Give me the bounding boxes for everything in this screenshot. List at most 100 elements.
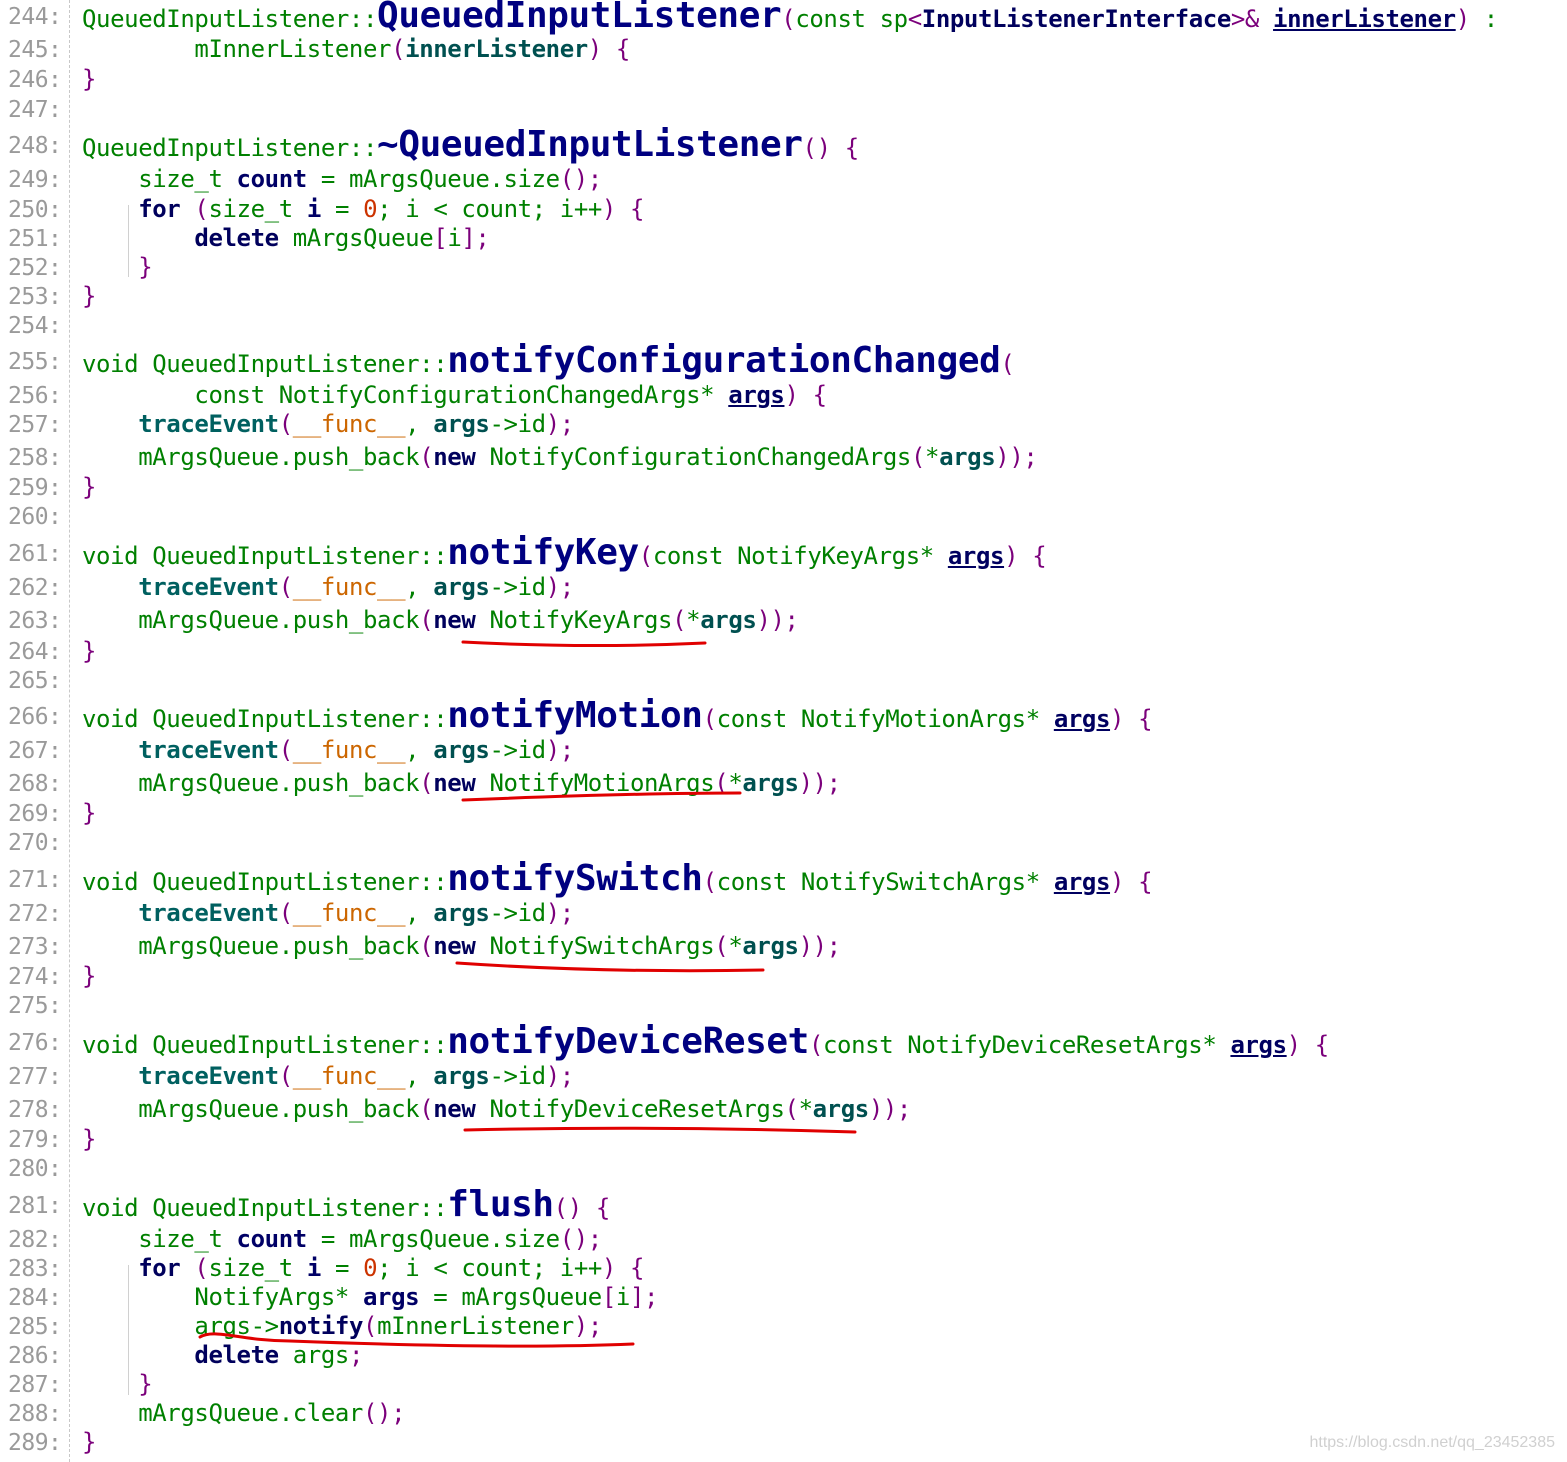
code-line[interactable]: 270: <box>0 826 1567 858</box>
code-line[interactable]: 280: <box>0 1152 1567 1184</box>
code-token: { <box>630 1254 645 1282</box>
code-line[interactable]: 285: args->notify(mInnerListener); <box>0 1310 1567 1342</box>
code-token: { <box>1138 705 1153 733</box>
code-token: ( <box>702 868 717 896</box>
code-line[interactable]: 250: for (size_t i = 0; i < count; i++) … <box>0 193 1567 225</box>
code-line[interactable]: 275: <box>0 989 1567 1021</box>
code-token: notifyMotion <box>447 695 703 736</box>
code-line[interactable]: 271: void QueuedInputListener::notifySwit… <box>0 861 1567 897</box>
code-line[interactable]: 283: for (size_t i = 0; i < count; i++) … <box>0 1252 1567 1284</box>
code-line[interactable]: 279:} <box>0 1123 1567 1155</box>
code-line[interactable]: 266: void QueuedInputListener::notifyMoti… <box>0 698 1567 734</box>
code-line[interactable]: 287: } <box>0 1368 1567 1400</box>
code-line[interactable]: 264:} <box>0 635 1567 667</box>
code-token: ( <box>278 736 293 764</box>
code-text: QueuedInputListener::QueuedInputListener… <box>82 0 1498 34</box>
code-line[interactable]: 273: mArgsQueue.push_back(new NotifySwit… <box>0 930 1567 962</box>
code-token: } <box>82 1125 97 1153</box>
code-line[interactable]: 281: void QueuedInputListener::flush() { <box>0 1187 1567 1223</box>
code-token: = mArgsQueue <box>419 1283 602 1311</box>
line-number: 275: <box>8 993 62 1019</box>
code-text: void QueuedInputListener::notifyMotion(c… <box>82 698 1153 734</box>
code-token: size_t <box>82 165 237 193</box>
code-token: , <box>405 736 434 764</box>
code-line[interactable]: 284: NotifyArgs* args = mArgsQueue[i]; <box>0 1281 1567 1313</box>
line-number: 264: <box>8 639 62 665</box>
code-line[interactable]: 267: traceEvent(__func__, args->id); <box>0 734 1567 766</box>
code-line[interactable]: 248: QueuedInputListener::~QueuedInputLis… <box>0 127 1567 163</box>
code-line[interactable]: 257: traceEvent(__func__, args->id); <box>0 408 1567 440</box>
code-token: traceEvent <box>138 410 279 438</box>
code-line[interactable]: 268: mArgsQueue.push_back(new NotifyMoti… <box>0 767 1567 799</box>
code-line[interactable]: 244: QueuedInputListener::QueuedInputList… <box>0 0 1567 34</box>
code-token: ( <box>391 35 406 63</box>
code-line[interactable]: 265: <box>0 664 1567 696</box>
code-line[interactable]: 254: <box>0 309 1567 341</box>
code-token: mArgsQueue.push_back <box>82 769 420 797</box>
code-line[interactable]: 255: void QueuedInputListener::notifyConf… <box>0 343 1567 379</box>
code-token: ->id <box>489 1062 546 1090</box>
code-line[interactable]: 286: delete args; <box>0 1339 1567 1371</box>
code-token: { <box>630 195 645 223</box>
code-text: mArgsQueue.clear(); <box>82 1399 405 1427</box>
line-number: 270: <box>8 830 62 856</box>
code-line[interactable]: 247: <box>0 93 1567 125</box>
code-line[interactable]: 277: traceEvent(__func__, args->id); <box>0 1060 1567 1092</box>
code-line[interactable]: 276: void QueuedInputListener::notifyDevi… <box>0 1024 1567 1060</box>
code-line[interactable]: 263: mArgsQueue.push_back(new NotifyKeyA… <box>0 604 1567 636</box>
code-text: traceEvent(__func__, args->id); <box>82 1062 574 1090</box>
code-line[interactable]: 262: traceEvent(__func__, args->id); <box>0 571 1567 603</box>
code-token: void QueuedInputListener:: <box>82 350 448 378</box>
code-line[interactable]: 278: mArgsQueue.push_back(new NotifyDevi… <box>0 1093 1567 1125</box>
code-token: mArgsQueue <box>278 224 434 252</box>
code-line[interactable]: 253:} <box>0 280 1567 312</box>
code-token: new <box>433 606 476 634</box>
code-line[interactable]: 272: traceEvent(__func__, args->id); <box>0 897 1567 929</box>
code-text: size_t count = mArgsQueue.size(); <box>82 1225 602 1253</box>
code-token: innerListener <box>405 35 588 63</box>
code-token: notifyConfigurationChanged <box>447 340 1001 381</box>
code-token: void QueuedInputListener:: <box>82 542 448 570</box>
code-token: ) <box>1110 868 1125 896</box>
code-line[interactable]: 256: const NotifyConfigurationChangedArg… <box>0 379 1567 411</box>
code-line[interactable]: 274:} <box>0 960 1567 992</box>
line-number: 259: <box>8 475 62 501</box>
code-token: ]; <box>461 224 490 252</box>
code-line[interactable]: 269:} <box>0 797 1567 829</box>
code-token: traceEvent <box>138 1062 279 1090</box>
code-token: { <box>1314 1031 1329 1059</box>
code-token: (); <box>559 1225 603 1253</box>
line-number: 252: <box>8 255 62 281</box>
code-line[interactable]: 260: <box>0 500 1567 532</box>
code-token: args <box>812 1095 870 1123</box>
code-line[interactable]: 282: size_t count = mArgsQueue.size(); <box>0 1223 1567 1255</box>
code-token: { <box>812 381 827 409</box>
code-token: InputListenerInterface <box>921 5 1231 33</box>
line-number: 245: <box>8 37 62 63</box>
code-line[interactable]: 252: } <box>0 251 1567 283</box>
code-token: * <box>798 1095 813 1123</box>
line-number: 286: <box>8 1343 62 1369</box>
code-line[interactable]: 246:} <box>0 63 1567 95</box>
code-line[interactable]: 261: void QueuedInputListener::notifyKey(… <box>0 535 1567 571</box>
code-line[interactable]: 251: delete mArgsQueue[i]; <box>0 222 1567 254</box>
code-line[interactable]: 245: mInnerListener(innerListener) { <box>0 33 1567 65</box>
code-line[interactable]: 259:} <box>0 471 1567 503</box>
code-token: * <box>728 932 743 960</box>
code-text: mArgsQueue.push_back(new NotifySwitchArg… <box>82 932 841 960</box>
code-token: (); <box>559 165 603 193</box>
code-editor[interactable]: 244: QueuedInputListener::QueuedInputList… <box>0 0 1567 1462</box>
code-line[interactable]: 258: mArgsQueue.push_back(new NotifyConf… <box>0 441 1567 473</box>
code-line[interactable]: 249: size_t count = mArgsQueue.size(); <box>0 163 1567 195</box>
code-token: ( <box>278 899 293 927</box>
code-token: __func__ <box>292 1062 406 1090</box>
code-token: i <box>306 195 321 223</box>
code-token: ( <box>278 1062 293 1090</box>
code-line[interactable]: 288: mArgsQueue.clear(); <box>0 1397 1567 1429</box>
code-token: i <box>447 224 462 252</box>
